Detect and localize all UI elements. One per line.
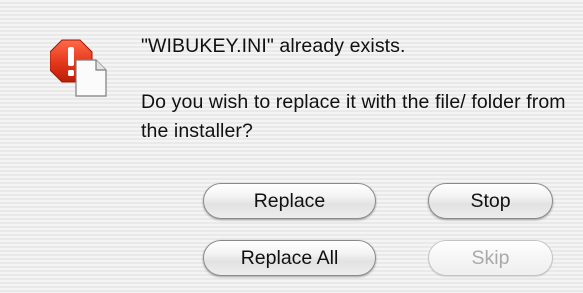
skip-button: Skip xyxy=(428,240,553,276)
dialog-message: Do you wish to replace it with the file/… xyxy=(141,91,566,142)
document-icon xyxy=(75,59,107,97)
replace-all-button[interactable]: Replace All xyxy=(203,240,376,276)
stop-button[interactable]: Stop xyxy=(428,183,553,219)
alert-stop-icon xyxy=(50,39,107,97)
replace-file-dialog: "WIBUKEY.INI" already exists. Do you wis… xyxy=(0,0,583,293)
replace-button[interactable]: Replace xyxy=(203,183,376,219)
dialog-title: "WIBUKEY.INI" already exists. xyxy=(141,35,406,57)
